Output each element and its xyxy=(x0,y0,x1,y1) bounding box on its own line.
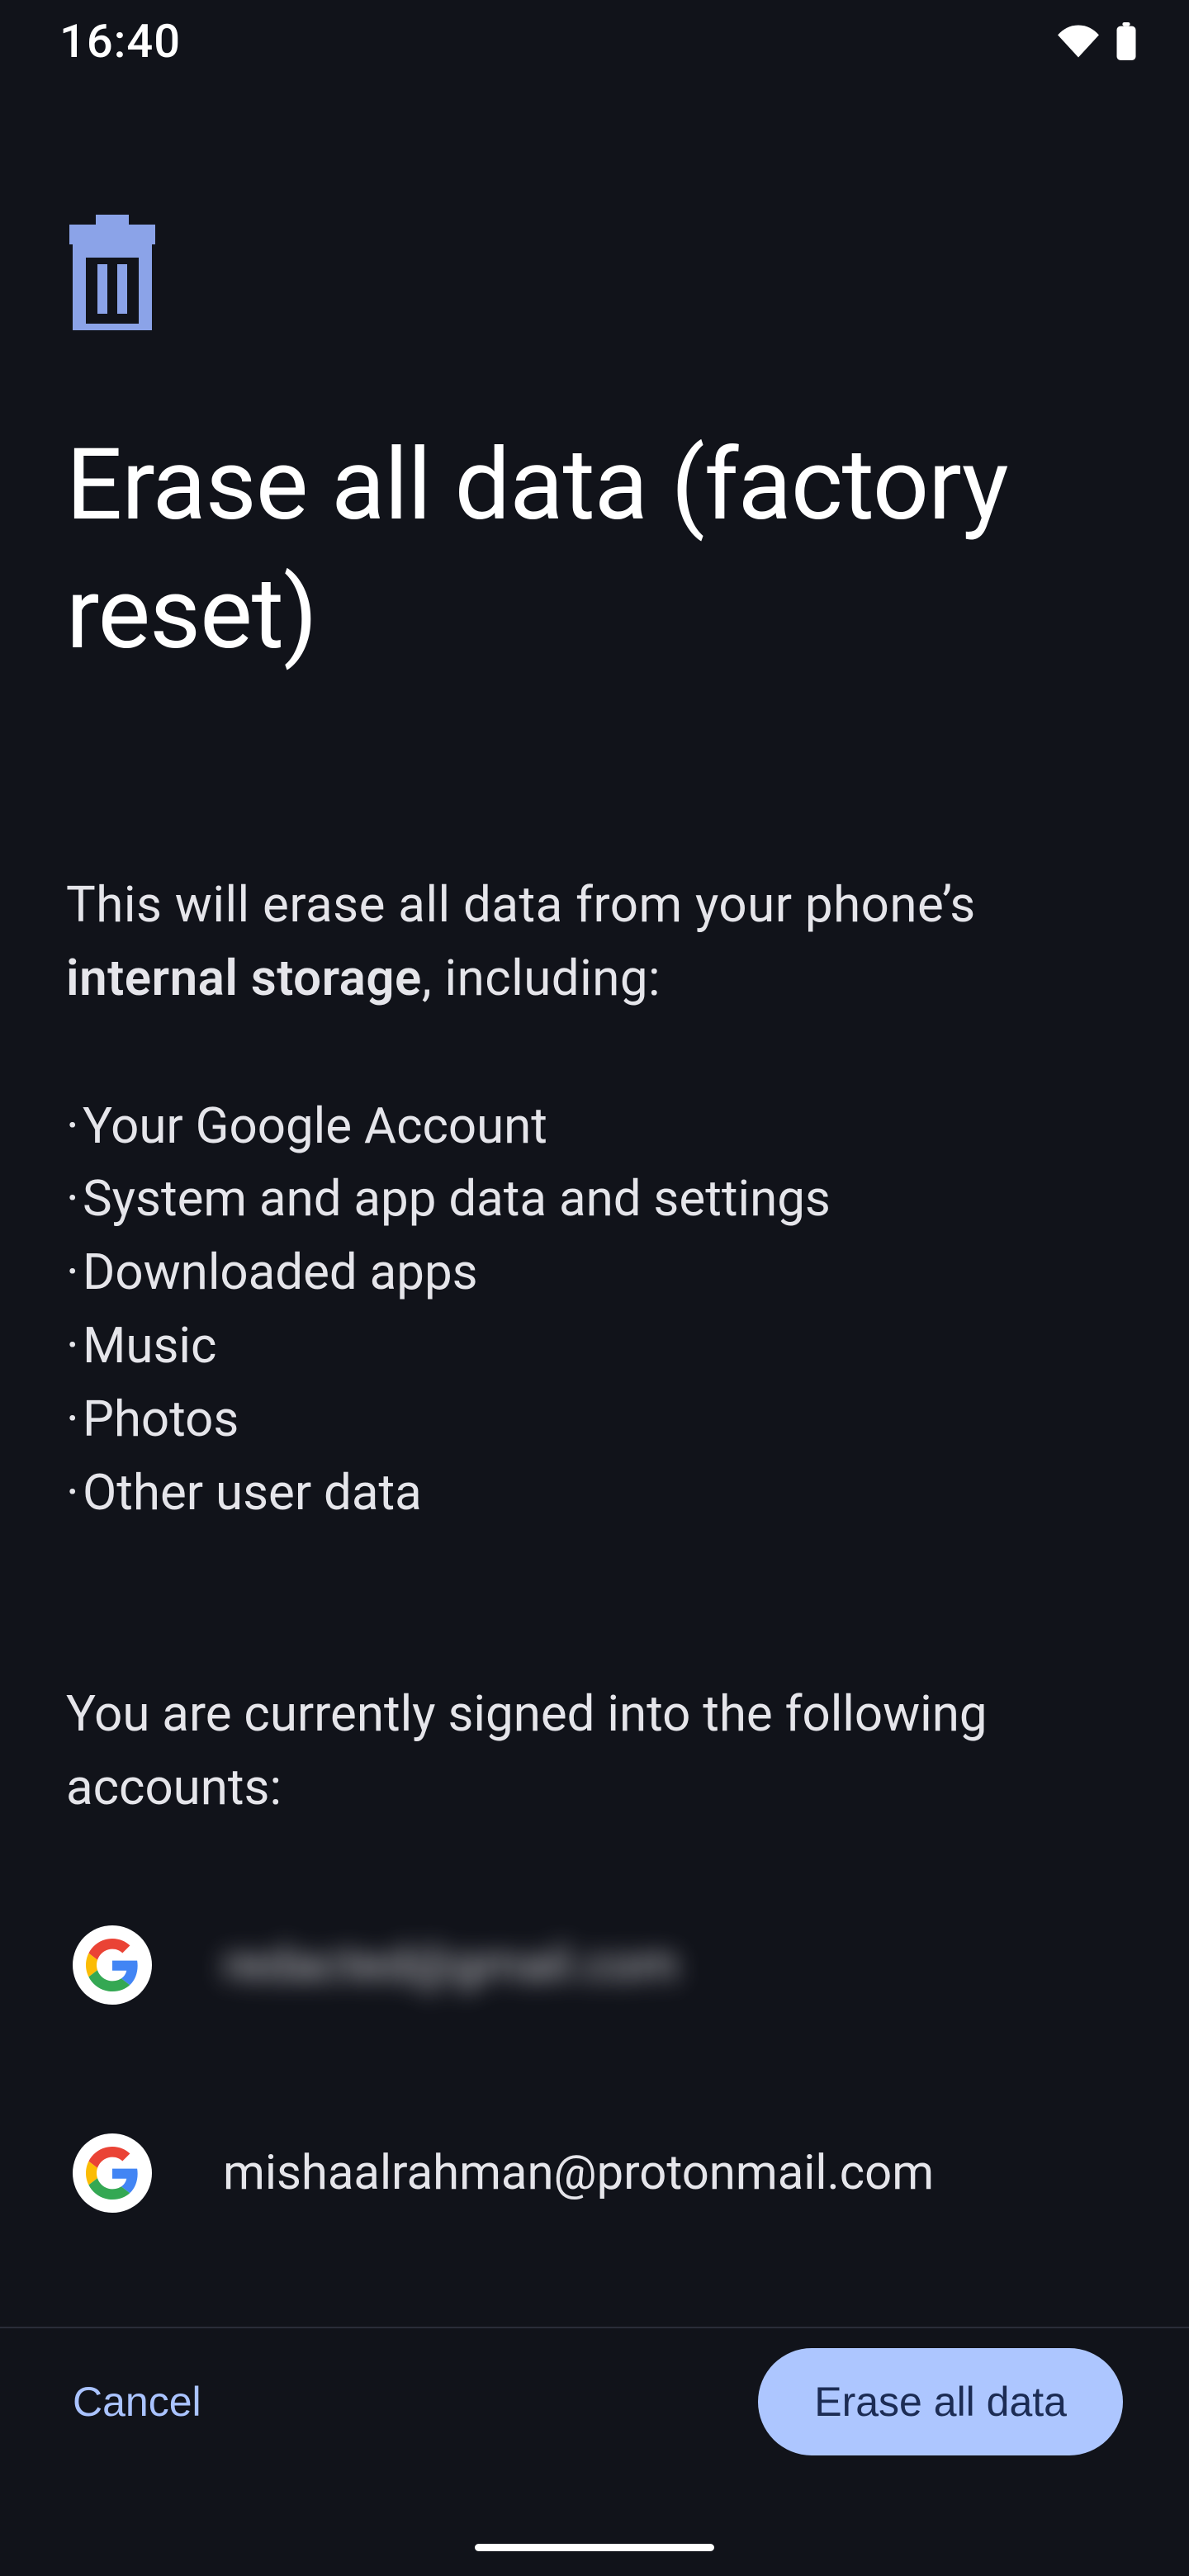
status-icons xyxy=(1057,22,1138,60)
list-item-label: Other user data xyxy=(83,1456,422,1530)
list-item: ·Your Google Account xyxy=(66,1090,1123,1163)
list-item: ·Downloaded apps xyxy=(66,1236,1123,1309)
list-item-label: Music xyxy=(83,1309,216,1383)
account-email: mishaalrahman@protonmail.com xyxy=(223,2145,934,2201)
description-suffix: , including: xyxy=(422,949,661,1007)
description-bold: internal storage xyxy=(66,949,422,1007)
list-item-label: System and app data and settings xyxy=(83,1163,831,1236)
status-bar: 16:40 xyxy=(0,0,1189,83)
list-item: ·Photos xyxy=(66,1383,1123,1456)
account-email: redacted@gmail.com xyxy=(223,1937,679,1993)
list-item: ·Other user data xyxy=(66,1456,1123,1530)
list-item: ·Music xyxy=(66,1309,1123,1383)
accounts-headline: You are currently signed into the follow… xyxy=(66,1678,1123,1825)
wifi-icon xyxy=(1057,25,1100,58)
list-item-label: Photos xyxy=(83,1383,239,1456)
bullet-list: ·Your Google Account ·System and app dat… xyxy=(66,1090,1123,1530)
list-item-label: Downloaded apps xyxy=(83,1236,478,1309)
status-time: 16:40 xyxy=(59,14,181,69)
list-item-label: Your Google Account xyxy=(83,1090,547,1163)
footer-bar: Cancel Erase all data xyxy=(0,2327,1189,2475)
list-item: ·System and app data and settings xyxy=(66,1163,1123,1236)
description-prefix: This will erase all data from your phone… xyxy=(66,875,976,934)
description-text: This will erase all data from your phone… xyxy=(66,869,1123,1016)
accounts-list: redacted@gmail.com mishaalrahman@protonm… xyxy=(66,1924,1123,2214)
erase-all-data-button[interactable]: Erase all data xyxy=(758,2348,1123,2455)
account-row: mishaalrahman@protonmail.com xyxy=(66,2132,1123,2214)
account-row: redacted@gmail.com xyxy=(66,1924,1123,2006)
trash-icon xyxy=(66,215,1123,330)
battery-icon xyxy=(1115,22,1138,60)
main-content: Erase all data (factory reset) This will… xyxy=(66,215,1123,2214)
page-title: Erase all data (factory reset) xyxy=(66,421,1123,679)
google-icon xyxy=(73,1925,152,2005)
cancel-button[interactable]: Cancel xyxy=(66,2358,208,2446)
google-icon xyxy=(73,2133,152,2213)
nav-pill[interactable] xyxy=(475,2544,714,2551)
